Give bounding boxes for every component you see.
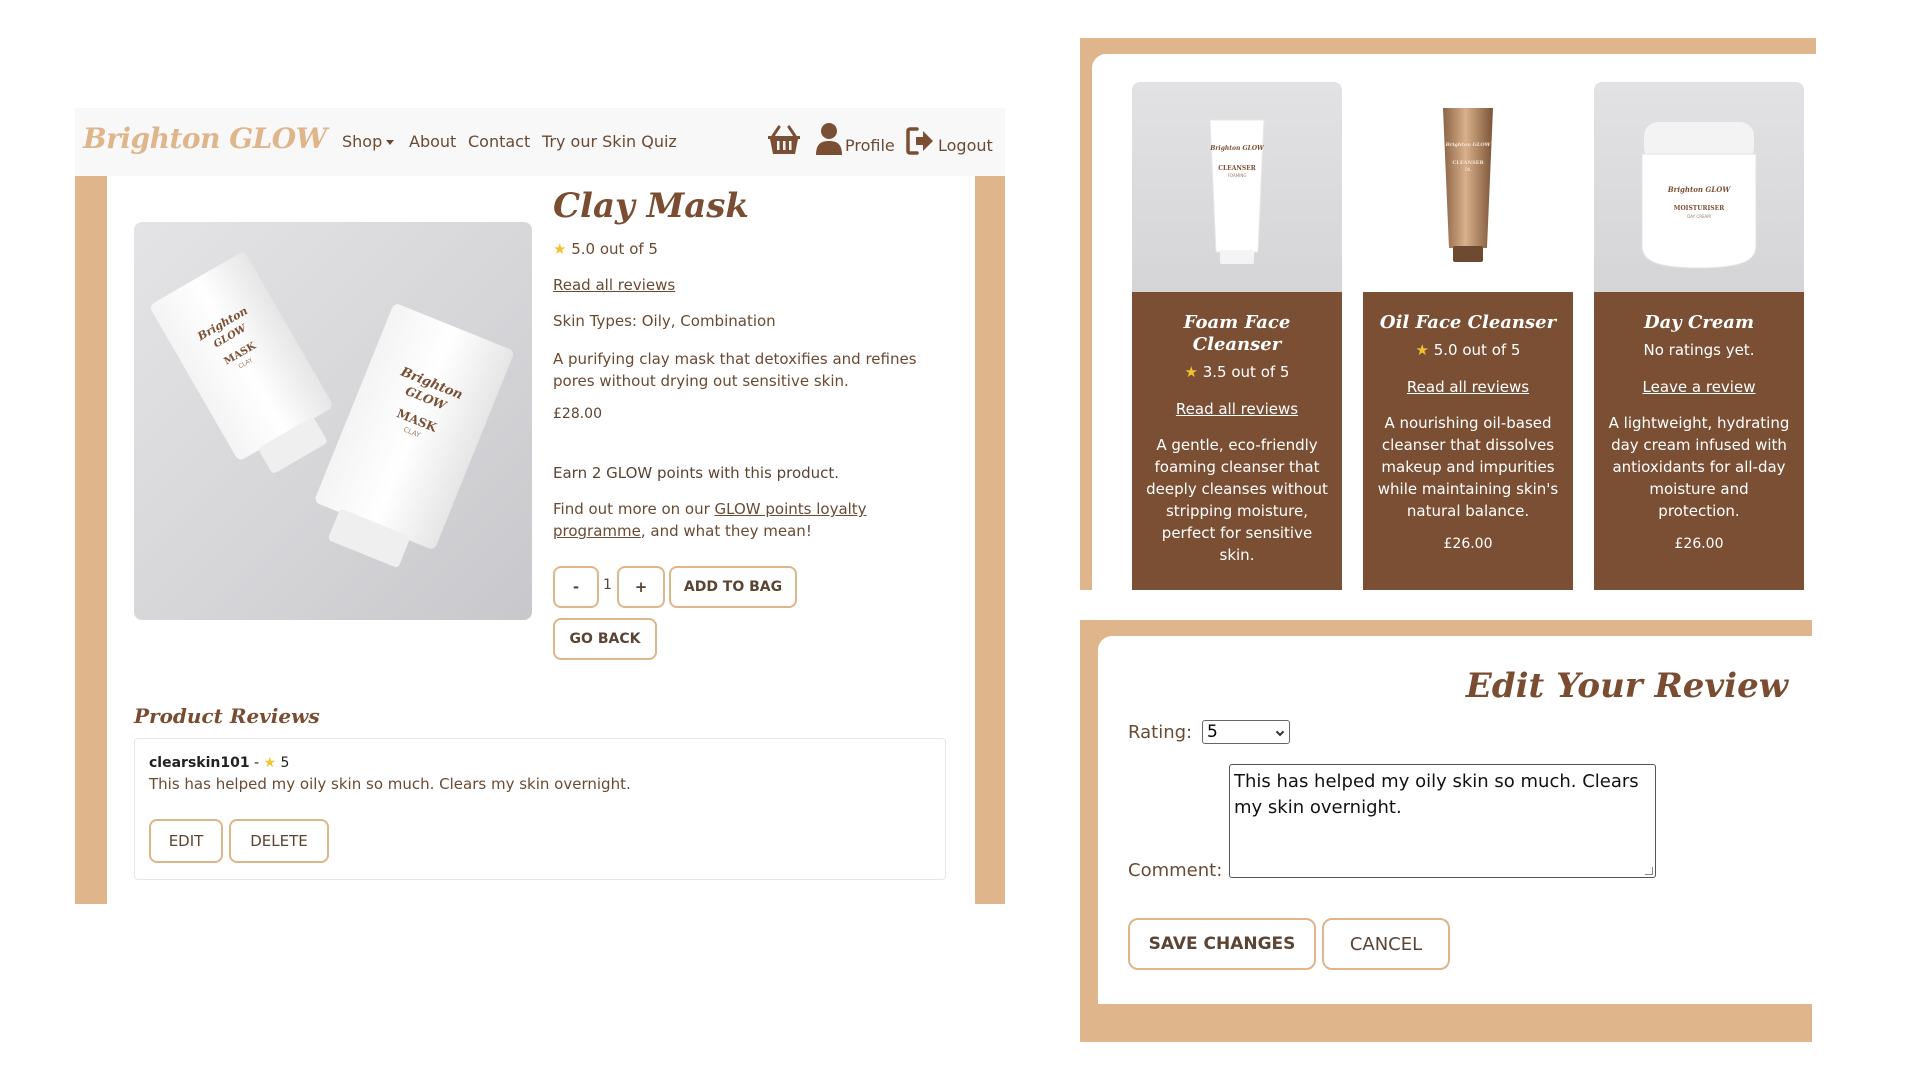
product-price: £28.00: [553, 406, 602, 422]
product-rating-text: 3.5 out of 5: [1202, 363, 1290, 381]
foam-cleanser-tube-illustration: Brighton GLOW CLEANSER FOAMING: [1209, 119, 1265, 264]
product-rating: ★ 5.0 out of 5: [1377, 340, 1559, 360]
glow-points-text: Earn 2 GLOW points with this product.: [553, 464, 840, 482]
card-3-sub: DAY CREAM: [1687, 214, 1711, 219]
edit-review-window: Edit Your Review Rating: 5 Comment: This…: [1080, 620, 1812, 1042]
card-1-label: CLEANSER: [1218, 165, 1257, 172]
read-all-reviews-link[interactable]: Read all reviews: [1146, 400, 1328, 418]
review-rating: 5: [280, 755, 290, 771]
product-name: Day Cream: [1644, 312, 1754, 333]
rating-label: Rating:: [1128, 722, 1193, 743]
card-3-label: MOISTURISER: [1674, 205, 1725, 212]
product-name: Oil Face Cleanser: [1379, 312, 1557, 333]
product-card[interactable]: Brighton GLOW CLEANSER OIL Oil Face Clea…: [1363, 82, 1573, 590]
nav-contact[interactable]: Contact: [468, 132, 530, 151]
loyalty-info-suffix: , and what they mean!: [640, 522, 812, 540]
product-rating-text: 5.0 out of 5: [1433, 341, 1521, 359]
read-all-reviews-link[interactable]: Read all reviews: [1377, 378, 1559, 396]
product-description: A nourishing oil-based cleanser that dis…: [1377, 414, 1559, 520]
product-price: £26.00: [1443, 536, 1493, 552]
nav-shop-dropdown[interactable]: Shop: [342, 132, 395, 151]
edit-review-button[interactable]: EDIT: [149, 819, 223, 863]
reviews-heading: Product Reviews: [134, 704, 320, 728]
product-card-image: Brighton GLOW CLEANSER FOAMING: [1132, 82, 1342, 292]
product-rating-text: No ratings yet.: [1643, 341, 1755, 359]
read-all-reviews-link[interactable]: Read all reviews: [553, 276, 675, 294]
comment-text: This has helped my oily skin so much. Cl…: [1234, 771, 1639, 818]
product-list-window: Brighton GLOW CLEANSER FOAMING Foam Face…: [1080, 38, 1816, 590]
review-meta: clearskin101 - ★ 5: [149, 755, 290, 771]
skin-types: Skin Types: Oily, Combination: [553, 312, 776, 330]
user-icon[interactable]: [815, 122, 843, 156]
nav-logout[interactable]: Logout: [938, 136, 993, 155]
basket-icon[interactable]: [767, 124, 801, 156]
navbar: Brighton GLOW Shop About Contact Try our…: [75, 108, 1005, 176]
product-rating: ★ 5.0 out of 5: [553, 240, 658, 258]
star-icon: ★: [1184, 363, 1198, 381]
brand-logo[interactable]: Brighton GLOW: [83, 122, 327, 155]
edit-review-title: Edit Your Review: [1465, 666, 1788, 706]
product-price: £26.00: [1674, 536, 1724, 552]
quantity-decrease-button[interactable]: -: [553, 566, 599, 608]
nav-skin-quiz[interactable]: Try our Skin Quiz: [542, 132, 677, 151]
star-icon: ★: [553, 240, 567, 258]
product-description: A lightweight, hydrating day cream infus…: [1608, 414, 1790, 520]
rating-selected-value: 5: [1207, 722, 1218, 742]
nav-shop-label: Shop: [342, 132, 383, 151]
card-2-sub: OIL: [1465, 167, 1472, 172]
product-card[interactable]: Brighton GLOW CLEANSER FOAMING Foam Face…: [1132, 82, 1342, 590]
product-card-image: Brighton GLOW MOISTURISER DAY CREAM: [1594, 82, 1804, 292]
cancel-button[interactable]: CANCEL: [1322, 918, 1450, 970]
comment-textarea[interactable]: This has helped my oily skin so much. Cl…: [1229, 764, 1656, 878]
edit-review-form: Edit Your Review Rating: 5 Comment: This…: [1098, 636, 1812, 1004]
leave-review-link[interactable]: Leave a review: [1608, 378, 1790, 396]
review-username: clearskin101: [149, 755, 250, 771]
card-1-brand: Brighton GLOW: [1209, 145, 1265, 152]
chevron-down-icon: [1275, 727, 1285, 737]
product-grid: Brighton GLOW CLEANSER FOAMING Foam Face…: [1092, 54, 1816, 590]
day-cream-jar-illustration: Brighton GLOW MOISTURISER DAY CREAM: [1641, 122, 1757, 269]
go-back-button[interactable]: GO BACK: [553, 618, 657, 660]
nav-about[interactable]: About: [409, 132, 456, 151]
card-1-sub: FOAMING: [1228, 173, 1247, 178]
product-card-body: Oil Face Cleanser ★ 5.0 out of 5 Read al…: [1363, 292, 1573, 590]
product-rating-text: 5.0 out of 5: [571, 240, 658, 258]
loyalty-info: Find out more on our GLOW points loyalty…: [553, 498, 913, 542]
card-2-brand: Brighton GLOW: [1445, 142, 1492, 148]
review-card: clearskin101 - ★ 5 This has helped my oi…: [134, 738, 946, 880]
save-changes-button[interactable]: SAVE CHANGES: [1128, 918, 1316, 970]
product-page-window: Brighton GLOW Shop About Contact Try our…: [75, 108, 1005, 904]
product-card[interactable]: Brighton GLOW MOISTURISER DAY CREAM Day …: [1594, 82, 1804, 590]
product-rating: ★ 3.5 out of 5: [1146, 362, 1328, 382]
product-description: A purifying clay mask that detoxifies an…: [553, 350, 917, 390]
quantity-increase-button[interactable]: +: [617, 566, 665, 608]
star-icon: ★: [1415, 341, 1429, 359]
comment-label: Comment:: [1128, 860, 1223, 881]
card-3-brand: Brighton GLOW: [1667, 185, 1732, 194]
product-description: A gentle, eco-friendly foaming cleanser …: [1146, 436, 1328, 564]
logout-icon[interactable]: [905, 126, 935, 156]
product-card-body: Day Cream No ratings yet. Leave a review…: [1594, 292, 1804, 590]
add-to-bag-button[interactable]: ADD TO BAG: [669, 566, 797, 608]
loyalty-info-prefix: Find out more on our: [553, 500, 715, 518]
product-detail: Brighton GLOW MASK CLAY Brighton GLOW MA…: [107, 176, 975, 904]
review-text: This has helped my oily skin so much. Cl…: [149, 775, 631, 793]
star-icon: ★: [263, 755, 277, 771]
product-card-image: Brighton GLOW CLEANSER OIL: [1363, 82, 1573, 292]
card-2-label: CLEANSER: [1452, 160, 1484, 166]
oil-cleanser-tube-illustration: Brighton GLOW CLEANSER OIL: [1443, 108, 1493, 262]
rating-select[interactable]: 5: [1202, 720, 1290, 744]
quantity-value[interactable]: 1: [603, 577, 612, 593]
product-name: Foam Face Cleanser: [1183, 312, 1291, 355]
resize-handle-icon[interactable]: [1645, 867, 1653, 875]
clay-mask-tubes-illustration: Brighton GLOW MASK CLAY Brighton GLOW MA…: [150, 252, 514, 568]
delete-review-button[interactable]: DELETE: [229, 819, 329, 863]
caret-down-icon: [386, 140, 395, 145]
nav-profile[interactable]: Profile: [845, 136, 895, 155]
product-card-body: Foam Face Cleanser ★ 3.5 out of 5 Read a…: [1132, 292, 1342, 590]
product-image: Brighton GLOW MASK CLAY Brighton GLOW MA…: [134, 222, 532, 620]
product-title: Clay Mask: [553, 186, 749, 226]
